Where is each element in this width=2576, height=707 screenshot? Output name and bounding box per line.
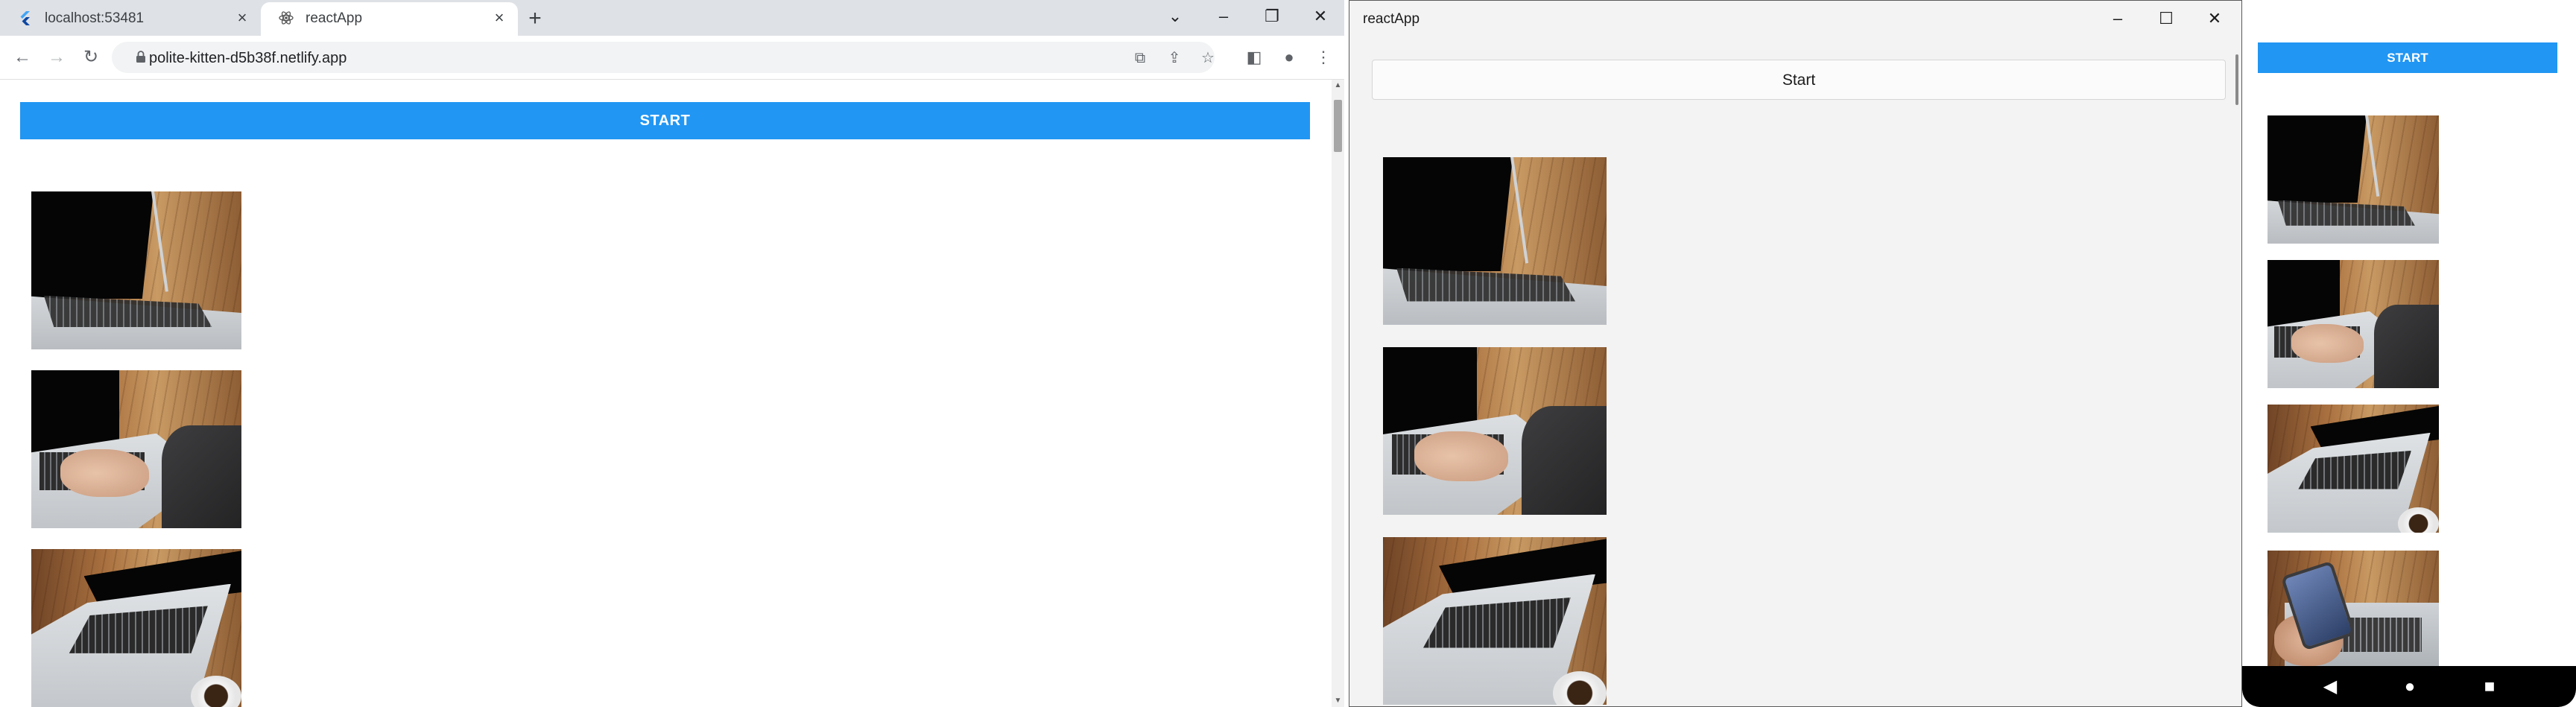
translate-icon[interactable]: ⧉ [1130, 48, 1150, 68]
scroll-up-arrow-icon[interactable]: ▲ [1334, 82, 1342, 89]
share-icon[interactable]: ⇪ [1165, 48, 1184, 68]
menu-kebab-icon[interactable]: ⋮ [1310, 44, 1337, 71]
tab-title: reactApp [306, 10, 363, 26]
tab-search-icon[interactable]: ⌄ [1159, 3, 1192, 30]
laptop-image-1 [1383, 157, 1607, 325]
recents-square-icon[interactable]: ■ [2476, 673, 2503, 700]
back-icon[interactable]: ← [9, 44, 36, 71]
url-text: polite-kitten-d5b38f.netlify.app [149, 50, 347, 66]
side-panel-icon[interactable]: ◧ [1241, 44, 1268, 71]
laptop-image-3 [31, 549, 241, 707]
address-bar[interactable]: polite-kitten-d5b38f.netlify.app ⧉ ⇪ ☆ [112, 42, 1215, 73]
close-window-icon[interactable]: ✕ [1304, 3, 1337, 30]
back-triangle-icon[interactable]: ◀ [2317, 673, 2344, 700]
tab-localhost[interactable]: localhost:53481 × [0, 2, 261, 36]
laptop-image-2 [1383, 347, 1607, 515]
react-icon [279, 11, 294, 25]
tab-strip: localhost:53481 × reactApp × + ⌄ – ❐ ✕ [0, 0, 1344, 36]
android-navigation-bar: ◀ ● ■ [2242, 666, 2576, 707]
start-button[interactable]: Start [1372, 60, 2226, 100]
lock-icon [136, 51, 145, 63]
chrome-browser-window: localhost:53481 × reactApp × + ⌄ – ❐ ✕ ←… [0, 0, 1344, 707]
start-button[interactable]: START [20, 102, 1310, 139]
scrollbar-thumb[interactable] [1334, 100, 1342, 152]
flutter-icon [20, 11, 30, 25]
laptop-image-1 [2268, 115, 2439, 244]
android-emulator-screen: START ◀ ● ■ [2242, 0, 2576, 707]
forward-icon[interactable]: → [43, 44, 70, 71]
reload-icon[interactable]: ↻ [77, 44, 104, 71]
laptop-image-2 [31, 370, 241, 528]
tab-title: localhost:53481 [45, 10, 145, 26]
minimize-icon[interactable]: – [1207, 3, 1240, 30]
new-tab-button[interactable]: + [522, 5, 548, 32]
maximize-icon[interactable]: ☐ [2150, 5, 2183, 32]
tab-close-icon[interactable]: × [232, 8, 252, 28]
page-scrollbar[interactable]: ▲ ▼ [1332, 80, 1344, 707]
laptop-image-2 [2268, 260, 2439, 388]
start-button[interactable]: START [2258, 42, 2557, 73]
page-viewport: START [0, 80, 1332, 707]
scrollbar-thumb[interactable] [2235, 54, 2238, 105]
restore-icon[interactable]: ❐ [1256, 3, 1288, 30]
laptop-image-3 [2268, 405, 2439, 533]
tab-close-icon[interactable]: × [490, 8, 509, 28]
phone-image-4 [2268, 551, 2439, 666]
bookmark-star-icon[interactable]: ☆ [1198, 48, 1218, 68]
desktop-app-window: reactApp – ☐ ✕ Start [1349, 0, 2242, 707]
tab-reactapp[interactable]: reactApp × [261, 2, 518, 36]
profile-avatar-icon[interactable]: ● [1276, 44, 1303, 71]
window-title: reactApp [1363, 11, 1420, 27]
home-circle-icon[interactable]: ● [2396, 673, 2423, 700]
laptop-image-3 [1383, 537, 1607, 705]
close-window-icon[interactable]: ✕ [2198, 5, 2231, 32]
scroll-down-arrow-icon[interactable]: ▼ [1334, 697, 1342, 705]
minimize-icon[interactable]: – [2101, 5, 2134, 32]
laptop-image-1 [31, 191, 241, 349]
browser-toolbar: ← → ↻ polite-kitten-d5b38f.netlify.app ⧉… [0, 36, 1344, 80]
